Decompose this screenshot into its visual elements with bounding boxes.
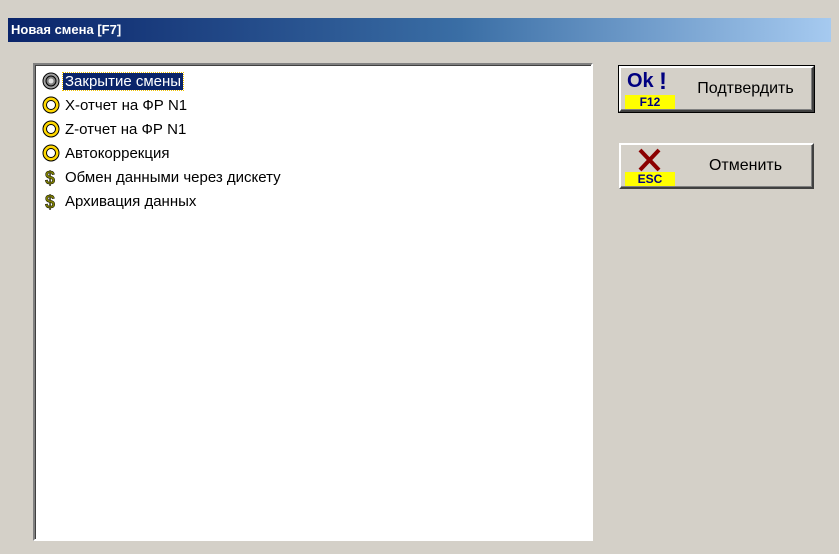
list-item-label: Автокоррекция (65, 144, 170, 162)
list-item-z-report[interactable]: Z-отчет на ФР N1 (41, 117, 188, 141)
list-item-label: X-отчет на ФР N1 (65, 96, 188, 114)
list-item-archive-data[interactable]: $ Архивация данных (41, 189, 198, 213)
list-item-x-report[interactable]: X-отчет на ФР N1 (41, 93, 189, 117)
operations-list[interactable]: Закрытие смены X-отчет на ФР N1 Z-отчет … (33, 63, 593, 541)
title-bar: Новая смена [F7] (8, 18, 831, 42)
dialog-window: Новая смена [F7] Закрытие смены X-отчет … (0, 0, 839, 554)
close-icon (638, 148, 661, 172)
gear-icon (42, 144, 60, 162)
cancel-esc-icon: ESC (625, 148, 675, 186)
list-item-label: Обмен данными через дискету (65, 168, 281, 186)
dollar-icon: $ (45, 192, 56, 211)
window-title: Новая смена [F7] (11, 22, 122, 37)
gear-icon (42, 96, 60, 114)
list-item-diskette-exchange[interactable]: $ Обмен данными через дискету (41, 165, 283, 189)
ok-f12-icon: Ok ! F12 (625, 68, 675, 109)
svg-text:$: $ (45, 168, 55, 187)
list-item-close-shift[interactable]: Закрытие смены (41, 69, 185, 93)
svg-text:$: $ (45, 192, 55, 211)
list-item-label: Z-отчет на ФР N1 (65, 120, 187, 138)
list-item-autocorrection[interactable]: Автокоррекция (41, 141, 171, 165)
confirm-button-label: Подтвердить (697, 80, 794, 97)
f12-key-badge: F12 (625, 95, 675, 109)
list-item-label: Закрытие смены (61, 71, 185, 91)
confirm-button[interactable]: Ok ! F12 Подтвердить (618, 65, 815, 113)
cancel-button[interactable]: ESC Отменить (619, 143, 814, 189)
gear-icon (42, 120, 60, 138)
cancel-button-label: Отменить (708, 157, 783, 174)
esc-key-badge: ESC (625, 172, 675, 186)
list-item-label: Архивация данных (65, 192, 197, 210)
gear-icon (42, 72, 60, 90)
dollar-icon: $ (45, 168, 56, 187)
list-frame: Закрытие смены X-отчет на ФР N1 Z-отчет … (35, 65, 591, 539)
